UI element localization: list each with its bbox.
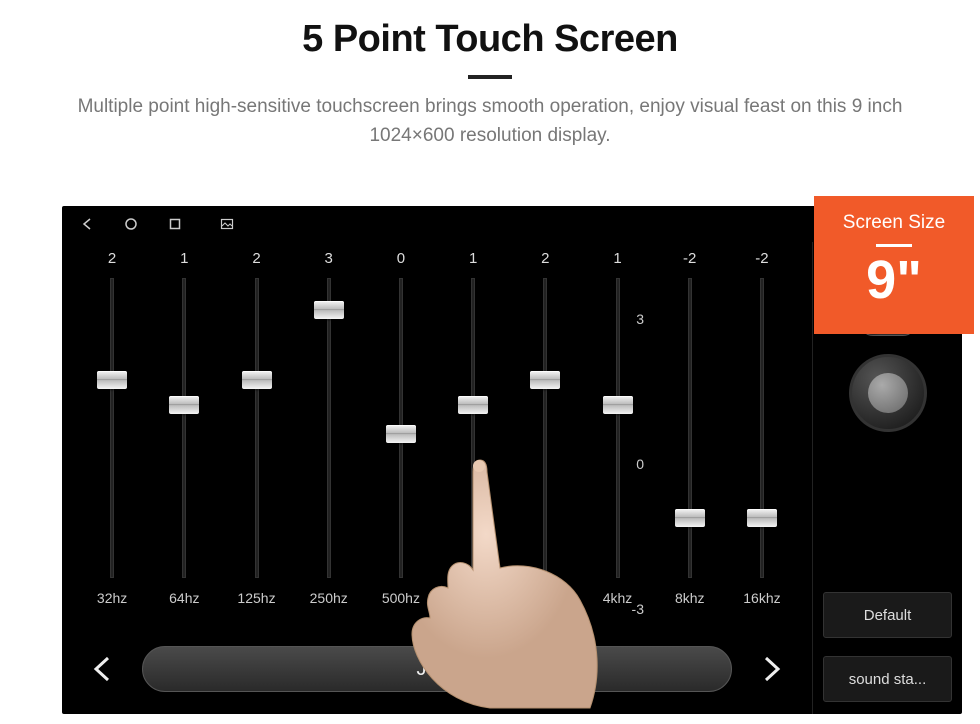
eq-band-value: 2 (252, 250, 260, 272)
eq-band: 3 250hz (293, 250, 365, 630)
eq-band-freq: 2khz (531, 590, 561, 606)
eq-slider-thumb[interactable] (242, 371, 272, 389)
eq-slider[interactable] (543, 278, 547, 578)
badge-divider (876, 244, 912, 247)
eq-slider-thumb[interactable] (386, 425, 416, 443)
eq-band-freq: 250hz (310, 590, 348, 606)
eq-slider-thumb[interactable] (747, 509, 777, 527)
hero-header: 5 Point Touch Screen Multiple point high… (0, 0, 980, 150)
preset-next-button[interactable] (750, 648, 792, 690)
page-subtitle: Multiple point high-sensitive touchscree… (40, 93, 940, 150)
eq-band-value: 1 (469, 250, 477, 272)
equalizer-panel: 232hz164hz2125hz3250hz0500hz11khz22khz14… (62, 242, 812, 714)
eq-band-freq: 500hz (382, 590, 420, 606)
eq-slider[interactable] (255, 278, 259, 578)
eq-slider-thumb[interactable] (314, 301, 344, 319)
eq-band-freq: 32hz (97, 590, 127, 606)
eq-slider[interactable] (760, 278, 764, 578)
eq-band: 1 1khz (437, 250, 509, 630)
preset-label: Jazz (416, 658, 457, 681)
eq-slider[interactable] (399, 278, 403, 578)
default-button[interactable]: Default (823, 592, 952, 638)
sound-stage-button[interactable]: sound sta... (823, 656, 952, 702)
eq-slider-thumb[interactable] (169, 396, 199, 414)
title-divider (468, 75, 512, 79)
eq-slider-thumb[interactable] (530, 371, 560, 389)
eq-band: 2 32hz (76, 250, 148, 630)
preset-prev-button[interactable] (82, 648, 124, 690)
page-title: 5 Point Touch Screen (0, 18, 980, 61)
scale-mid: 0 (620, 457, 644, 471)
eq-slider[interactable] (616, 278, 620, 578)
preset-selector[interactable]: Jazz (142, 646, 732, 692)
eq-slider[interactable] (471, 278, 475, 578)
volume-knob[interactable] (849, 354, 927, 432)
screen-size-badge: Screen Size 9" (816, 198, 972, 332)
eq-slider[interactable] (110, 278, 114, 578)
home-icon[interactable] (124, 217, 138, 231)
eq-band-freq: 8khz (675, 590, 705, 606)
eq-slider[interactable] (688, 278, 692, 578)
eq-band-freq: 16khz (743, 590, 780, 606)
eq-band-value: -2 (683, 250, 696, 272)
scale-max: 3 (620, 312, 644, 326)
scale-min: -3 (620, 602, 644, 616)
eq-scale: 3 0 -3 (620, 312, 644, 616)
eq-band-value: -2 (755, 250, 768, 272)
eq-slider[interactable] (327, 278, 331, 578)
eq-band-freq: 1khz (458, 590, 488, 606)
back-icon[interactable] (80, 217, 94, 231)
eq-slider[interactable] (182, 278, 186, 578)
eq-band-value: 2 (108, 250, 116, 272)
eq-band: 1 64hz (148, 250, 220, 630)
eq-band-value: 1 (613, 250, 621, 272)
eq-band-value: 2 (541, 250, 549, 272)
eq-slider-thumb[interactable] (458, 396, 488, 414)
eq-band: -2 8khz (654, 250, 726, 630)
eq-band-freq: 64hz (169, 590, 199, 606)
eq-slider-thumb[interactable] (675, 509, 705, 527)
eq-band: 0 500hz (365, 250, 437, 630)
eq-band-value: 3 (325, 250, 333, 272)
gallery-icon[interactable] (220, 217, 234, 231)
eq-band-freq: 125hz (237, 590, 275, 606)
eq-band-value: 1 (180, 250, 188, 272)
badge-title: Screen Size (843, 212, 945, 234)
eq-band: 2 2khz (509, 250, 581, 630)
eq-slider-thumb[interactable] (97, 371, 127, 389)
eq-band-value: 0 (397, 250, 405, 272)
recent-apps-icon[interactable] (168, 217, 182, 231)
eq-band: -2 16khz (726, 250, 798, 630)
eq-band: 2 125hz (220, 250, 292, 630)
badge-value: 9" (866, 253, 922, 307)
